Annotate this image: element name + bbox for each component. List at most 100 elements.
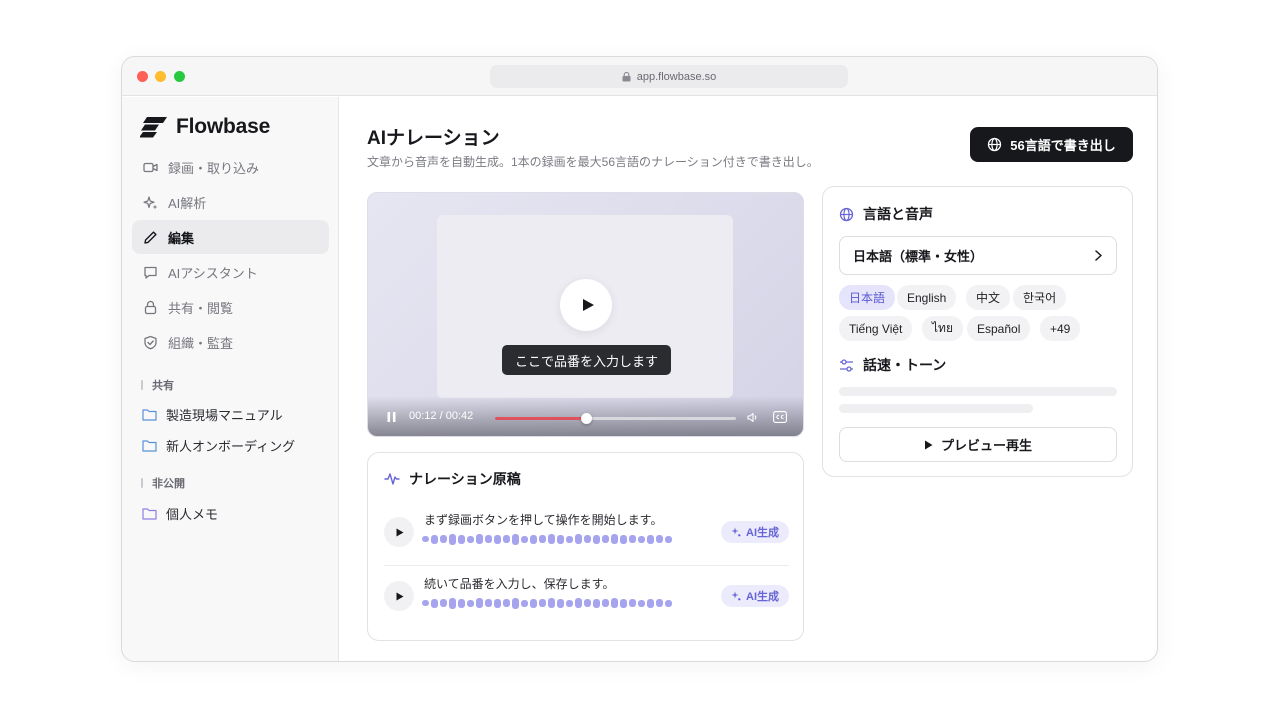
export-button-label: 56言語で書き出し	[1010, 138, 1116, 153]
browser-titlebar: app.flowbase.so	[122, 57, 1157, 96]
narration-script-title: ナレーション原稿	[409, 471, 521, 487]
audio-waveform[interactable]	[422, 532, 672, 546]
language-chip-chinese[interactable]: 中文	[966, 285, 1011, 310]
line-play-button[interactable]	[384, 581, 414, 611]
app-window: app.flowbase.so Flowbase 録画・取り込み AI解析 編集…	[121, 56, 1158, 662]
folder-item[interactable]: 個人メモ	[142, 504, 218, 523]
folder-label: 個人メモ	[166, 507, 219, 522]
play-icon	[396, 528, 404, 536]
ai-generated-badge: AI生成	[721, 521, 789, 543]
sidebar-item-organization[interactable]: 組織・監査	[132, 325, 329, 359]
folder-item[interactable]: 製造現場マニュアル	[142, 405, 283, 424]
brand-logo[interactable]: Flowbase	[140, 115, 270, 139]
sidebar-item-ai-analysis[interactable]: AI解析	[132, 185, 329, 219]
language-chip-korean[interactable]: 한국어	[1013, 285, 1067, 310]
section-title: 共有	[152, 380, 174, 392]
video-controls: 00:12 / 00:42	[368, 396, 803, 436]
language-chip-japanese[interactable]: 日本語	[839, 285, 896, 310]
script-line: まず録画ボタンを押して操作を開始します。 AI生成	[384, 502, 789, 562]
sparkle-icon	[143, 195, 158, 209]
section-divider	[141, 478, 143, 488]
sidebar-item-label: 組織・監査	[168, 335, 234, 351]
badge-label: AI生成	[746, 591, 779, 603]
sidebar-item-label: AIアシスタント	[168, 265, 258, 281]
minimize-window-button[interactable]	[155, 71, 166, 82]
waveform-icon	[384, 473, 400, 485]
preview-play-button[interactable]: プレビュー再生	[839, 427, 1117, 462]
export-button[interactable]: 56言語で書き出し	[970, 127, 1133, 162]
address-bar[interactable]: app.flowbase.so	[490, 65, 848, 88]
pencil-icon	[144, 230, 157, 244]
pause-icon[interactable]	[387, 412, 396, 422]
script-line: 続いて品番を入力し、保存します。 AI生成	[384, 565, 789, 625]
script-line-text[interactable]: 続いて品番を入力し、保存します。	[424, 575, 614, 592]
url-text: app.flowbase.so	[636, 70, 717, 83]
video-player[interactable]: ここで品番を入力します 00:12 / 00:42	[367, 192, 804, 437]
play-icon	[396, 592, 404, 600]
lock-icon	[144, 300, 157, 314]
sparkle-icon	[731, 591, 741, 601]
sidebar-item-ai-assistant[interactable]: AIアシスタント	[132, 255, 329, 289]
sliders-icon	[840, 358, 853, 372]
shield-check-icon	[144, 335, 157, 349]
folder-icon	[142, 440, 157, 452]
page-subtitle: 文章から音声を自動生成。1本の録画を最大56言語のナレーション付きで書き出し。	[367, 155, 819, 169]
language-voice-title: 言語と音声	[863, 206, 933, 222]
globe-icon	[988, 137, 1002, 152]
main-content: AIナレーション 文章から音声を自動生成。1本の録画を最大56言語のナレーション…	[340, 97, 1157, 661]
folder-label: 新人オンボーディング	[166, 439, 296, 454]
language-chip-english[interactable]: English	[897, 285, 957, 310]
script-line-text[interactable]: まず録画ボタンを押して操作を開始します。	[424, 511, 662, 528]
folder-item[interactable]: 新人オンボーディング	[142, 436, 295, 455]
sparkle-icon	[731, 527, 741, 537]
private-section-label: 非公開	[141, 475, 185, 491]
loading-placeholder	[839, 387, 1117, 396]
sidebar-item-label: 編集	[168, 230, 195, 246]
shared-section-label: 共有	[141, 377, 174, 393]
voice-select-value: 日本語（標準・女性）	[853, 249, 984, 264]
globe-icon	[839, 207, 854, 221]
language-voice-header: 言語と音声	[839, 204, 933, 224]
video-caption: ここで品番を入力します	[502, 345, 672, 375]
maximize-window-button[interactable]	[174, 71, 185, 82]
language-chip-more[interactable]: +49	[1040, 316, 1081, 341]
play-icon	[924, 440, 933, 449]
lock-icon	[622, 71, 631, 81]
section-divider	[141, 380, 143, 390]
narration-script-header: ナレーション原稿	[384, 469, 521, 489]
language-chip-vietnamese[interactable]: Tiếng Việt	[839, 316, 913, 341]
sidebar-item-sharing[interactable]: 共有・閲覧	[132, 290, 329, 324]
line-play-button[interactable]	[384, 517, 414, 547]
sidebar-item-recording[interactable]: 録画・取り込み	[132, 150, 329, 184]
badge-label: AI生成	[746, 527, 779, 539]
voice-select[interactable]: 日本語（標準・女性）	[839, 236, 1117, 275]
close-window-button[interactable]	[137, 71, 148, 82]
seek-progress	[495, 417, 587, 420]
folder-label: 製造現場マニュアル	[166, 408, 283, 423]
sidebar-item-edit[interactable]: 編集	[132, 220, 329, 254]
chat-bubble-icon	[144, 266, 157, 279]
seek-handle[interactable]	[581, 413, 593, 424]
ai-generated-badge: AI生成	[721, 585, 789, 607]
sidebar: Flowbase 録画・取り込み AI解析 編集 AIアシスタント 共有・閲覧 …	[122, 97, 339, 661]
seek-bar[interactable]	[495, 413, 736, 424]
play-icon	[582, 299, 594, 311]
folder-icon	[142, 409, 157, 421]
preview-play-label: プレビュー再生	[940, 438, 1032, 453]
sidebar-item-label: 共有・閲覧	[168, 300, 234, 316]
speed-tone-header: 話速・トーン	[839, 355, 946, 375]
play-button[interactable]	[560, 279, 612, 331]
flowbase-logo-icon	[140, 117, 167, 138]
loading-placeholder	[839, 404, 1033, 413]
language-chip-spanish[interactable]: Español	[967, 316, 1031, 341]
volume-icon[interactable]	[747, 412, 759, 423]
brand-name: Flowbase	[176, 115, 271, 138]
chevron-right-icon	[1095, 250, 1102, 261]
sidebar-item-label: AI解析	[168, 195, 207, 211]
video-camera-icon	[143, 162, 158, 172]
narration-script-card: ナレーション原稿 まず録画ボタンを押して操作を開始します。 AI生成 続いて品番…	[367, 452, 804, 641]
audio-waveform[interactable]	[422, 596, 672, 610]
sidebar-item-label: 録画・取り込み	[168, 160, 260, 176]
language-chip-thai[interactable]: ไทย	[922, 316, 963, 341]
captions-icon[interactable]	[773, 411, 787, 423]
